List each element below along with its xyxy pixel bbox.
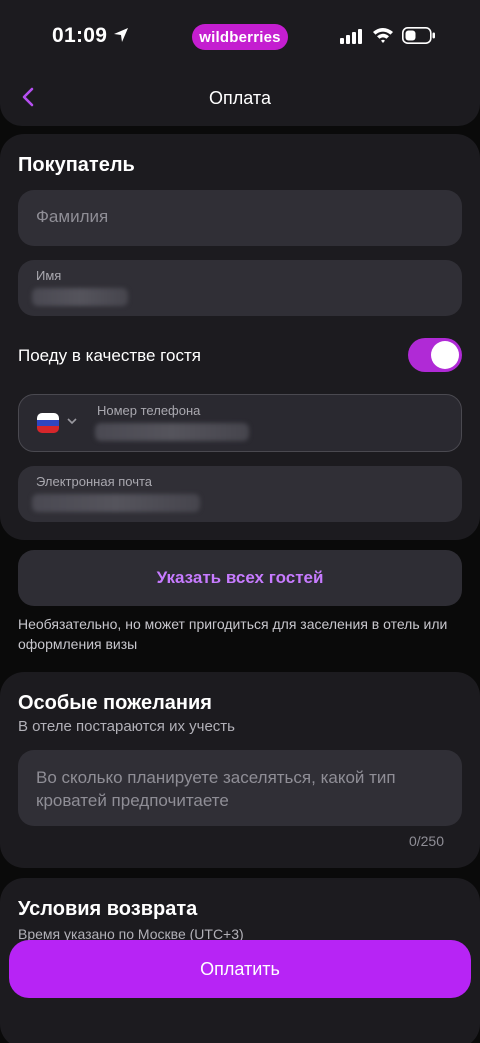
buyer-card: Покупатель Фамилия Имя Поеду в качестве … <box>0 134 480 540</box>
guests-hint: Необязательно, но может пригодиться для … <box>18 616 448 652</box>
surname-field[interactable]: Фамилия <box>18 190 462 246</box>
pay-button[interactable]: Оплатить <box>9 940 471 998</box>
cellular-signal-icon <box>340 29 362 44</box>
country-flag-icon[interactable] <box>37 413 59 433</box>
phone-field[interactable]: Номер телефона <box>18 394 462 452</box>
guest-toggle-label: Поеду в качестве гостя <box>18 346 201 365</box>
name-label: Имя <box>36 268 62 283</box>
email-label: Электронная почта <box>36 474 153 489</box>
email-value-redacted <box>32 494 200 512</box>
special-requests-textarea[interactable]: Во сколько планируете заселяться, какой … <box>18 750 462 826</box>
status-time: 01:09 <box>52 24 108 47</box>
chevron-down-icon <box>67 418 77 425</box>
wildberries-logo: wildberries <box>192 24 288 50</box>
page-title: Оплата <box>209 88 271 108</box>
brand-label: wildberries <box>199 28 281 46</box>
special-requests-card: Особые пожелания В отеле постараются их … <box>0 672 480 868</box>
status-bar: 01:09 wildberries <box>0 0 480 74</box>
payment-screen: 01:09 wildberries Оплата Покупатель Фами… <box>0 0 480 1043</box>
email-field[interactable]: Электронная почта <box>18 466 462 522</box>
special-requests-subtitle: В отеле постараются их учесть <box>18 718 235 735</box>
location-arrow-icon <box>114 28 128 42</box>
special-requests-placeholder: Во сколько планируете заселяться, какой … <box>36 768 396 810</box>
wifi-icon <box>373 28 393 43</box>
guest-toggle-row: Поеду в качестве гостя <box>18 338 462 374</box>
name-value-redacted <box>32 288 128 306</box>
character-counter: 0/250 <box>408 833 444 849</box>
phone-label: Номер телефона <box>97 403 201 418</box>
top-app-bar: Оплата <box>0 74 480 126</box>
guest-toggle-switch[interactable] <box>408 338 462 372</box>
battery-icon <box>402 27 435 44</box>
name-field[interactable]: Имя <box>18 260 462 316</box>
specify-guests-button[interactable]: Указать всех гостей <box>18 550 462 606</box>
surname-placeholder: Фамилия <box>36 207 109 226</box>
buyer-section-title: Покупатель <box>18 154 135 176</box>
special-requests-title: Особые пожелания <box>18 692 212 714</box>
toggle-knob <box>431 341 459 369</box>
phone-value-redacted <box>95 423 249 441</box>
refund-conditions-title: Условия возврата <box>18 898 198 920</box>
